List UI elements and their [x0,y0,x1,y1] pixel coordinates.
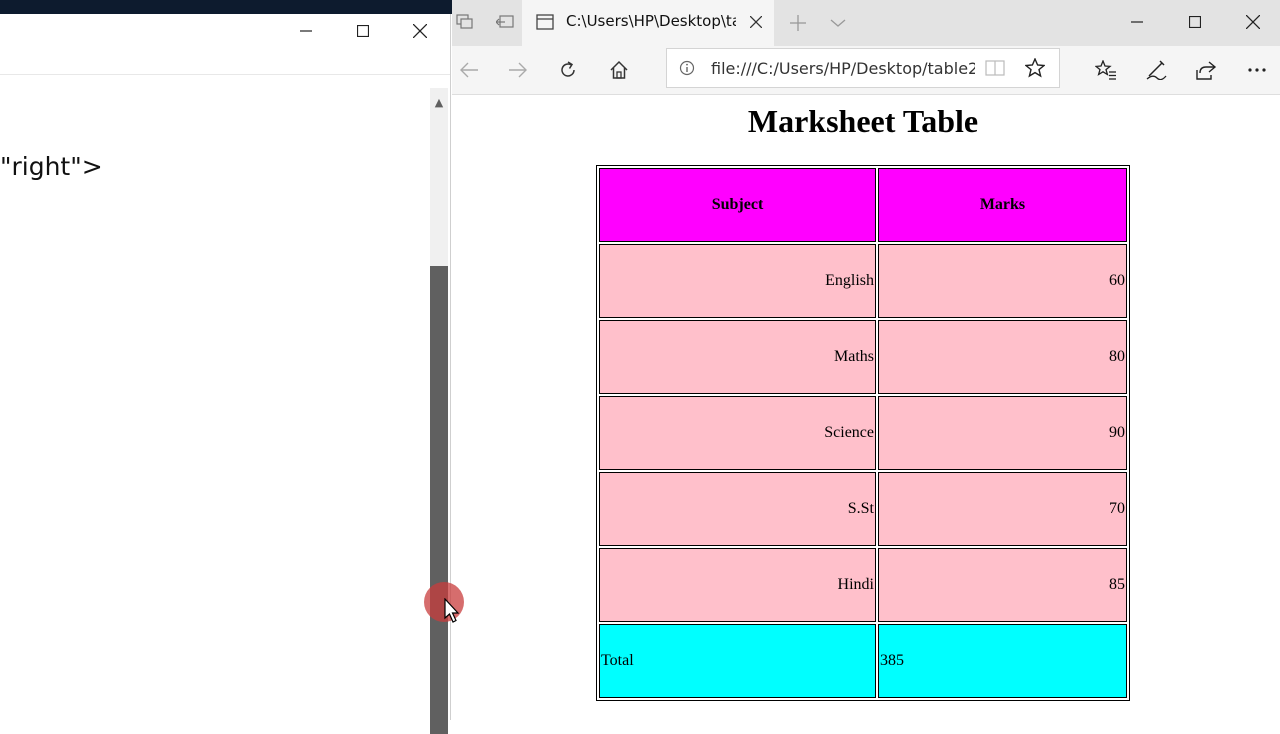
total-value-cell: 385 [878,624,1127,698]
total-label-cell: Total [599,624,876,698]
mouse-pointer-icon [444,598,460,623]
column-header-marks: Marks [878,168,1127,242]
marks-cell: 60 [878,244,1127,318]
marks-cell: 85 [878,548,1127,622]
back-button[interactable] [452,54,486,86]
more-button[interactable] [1240,54,1274,86]
share-button[interactable] [1189,54,1223,86]
favorites-list-button[interactable] [1089,54,1123,86]
column-header-subject: Subject [599,168,876,242]
browser-minimize-button[interactable] [1114,5,1160,39]
home-icon [610,60,628,79]
table-row: Science 90 [599,396,1127,470]
subject-cell: Maths [599,320,876,394]
marks-cell: 70 [878,472,1127,546]
minimize-button[interactable] [283,14,329,48]
maximize-icon [357,25,369,37]
marks-cell: 90 [878,396,1127,470]
marksheet-table: Subject Marks English 60 Maths 80 Scienc… [596,165,1130,701]
table-row: English 60 [599,244,1127,318]
navigation-toolbar: file:///C:/Users/HP/Desktop/table2.h [452,46,1280,95]
browser-window: C:\Users\HP\Desktop\ta file:///C:/Users/… [452,0,1280,720]
new-tab-button[interactable] [784,10,812,36]
subject-cell: S.St [599,472,876,546]
table-header-row: Subject Marks [599,168,1127,242]
tab-title: C:\Users\HP\Desktop\ta [566,12,736,30]
subject-cell: Science [599,396,876,470]
set-aside-tabs-button[interactable] [492,10,518,34]
close-button[interactable] [397,14,443,48]
tab-list-icon [830,19,846,27]
page-title: Marksheet Table [747,103,979,139]
home-button[interactable] [602,54,636,86]
marks-cell: 80 [878,320,1127,394]
code-text[interactable]: "right"> [0,152,103,181]
minimize-icon [300,30,312,32]
more-icon [1248,68,1266,72]
scroll-up-arrow-icon[interactable]: ▲ [430,92,448,112]
tab-list-button[interactable] [824,10,852,36]
favorite-star-icon[interactable] [1025,58,1045,78]
reading-view-icon[interactable] [985,60,1005,76]
page-content: Marksheet Table Subject Marks English 60… [452,95,1280,720]
set-aside-icon [496,15,514,28]
refresh-icon [561,61,575,77]
address-bar[interactable]: file:///C:/Users/HP/Desktop/table2.h [666,48,1060,88]
browser-close-button[interactable] [1230,5,1276,39]
maximize-icon [1189,16,1201,28]
close-icon [1246,15,1260,29]
tab-close-button[interactable] [744,10,768,34]
tab-preview-icon [456,14,473,29]
tab-preview-button[interactable] [452,10,478,34]
scrollbar-thumb[interactable] [430,266,448,734]
notes-button[interactable] [1139,54,1173,86]
tab-close-icon [750,16,762,28]
table-row: S.St 70 [599,472,1127,546]
notepad-titlebar [0,14,450,75]
total-row: Total 385 [599,624,1127,698]
browser-maximize-button[interactable] [1172,5,1218,39]
active-tab[interactable]: C:\Users\HP\Desktop\ta [522,0,774,46]
tab-bar: C:\Users\HP\Desktop\ta [452,0,1280,46]
maximize-button[interactable] [340,14,386,48]
page-icon [536,14,554,30]
desktop-background [0,0,452,14]
address-text[interactable]: file:///C:/Users/HP/Desktop/table2.h [711,59,975,78]
new-tab-icon [790,15,806,31]
info-icon [679,60,695,76]
table-row: Maths 80 [599,320,1127,394]
back-icon [460,62,478,78]
refresh-button[interactable] [551,54,585,86]
forward-icon [509,62,527,78]
minimize-icon [1131,21,1143,23]
subject-cell: English [599,244,876,318]
notepad-window: "right"> ▲ [0,14,451,734]
pen-icon [1146,60,1167,80]
forward-button[interactable] [501,54,535,86]
share-icon [1196,61,1217,80]
table-row: Hindi 85 [599,548,1127,622]
subject-cell: Hindi [599,548,876,622]
close-icon [413,24,427,38]
favorites-list-icon [1095,60,1116,80]
